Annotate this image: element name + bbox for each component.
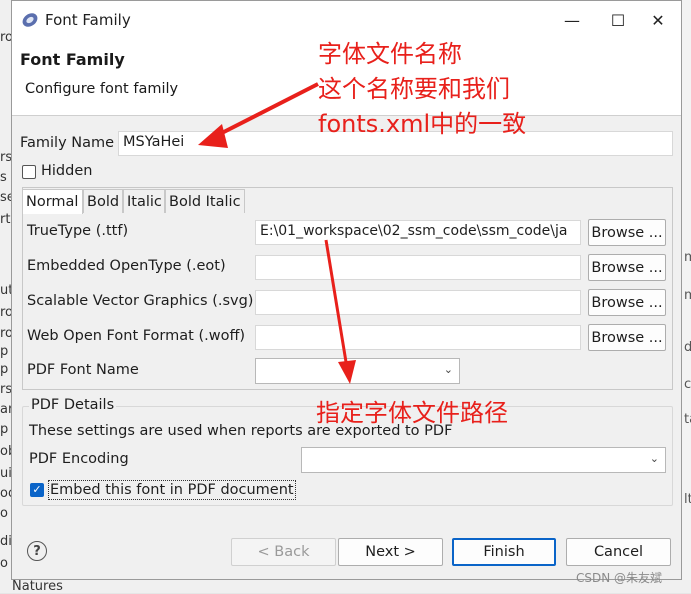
- arrow-to-truetype-path: [324, 239, 356, 384]
- annotation-arrows: [198, 82, 356, 384]
- watermark: CSDN @朱友斌: [576, 571, 663, 585]
- arrow-to-family-name: [198, 82, 319, 148]
